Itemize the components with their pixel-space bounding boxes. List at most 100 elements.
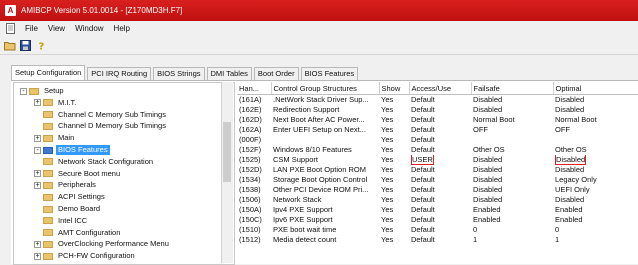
table-row[interactable]: (152D) LAN PXE Boot Option ROM Yes Default D… <box>237 165 638 175</box>
table-cell[interactable]: (1512) <box>237 235 271 245</box>
table-cell[interactable]: Yes <box>379 125 409 135</box>
tree-item[interactable]: Intel ICC <box>34 216 89 226</box>
tree-item[interactable]: Channel C Memory Sub Timings <box>34 110 168 120</box>
tree-scrollbar-thumb[interactable] <box>223 122 231 182</box>
table-cell[interactable]: Redirection Support <box>271 105 379 115</box>
table-cell[interactable]: Yes <box>379 185 409 195</box>
collapse-icon[interactable]: - <box>34 146 41 154</box>
table-cell[interactable]: Yes <box>379 175 409 185</box>
table-cell[interactable]: Yes <box>379 95 409 106</box>
table-cell[interactable]: Disabled <box>553 95 638 106</box>
table-cell[interactable]: Yes <box>379 215 409 225</box>
table-cell[interactable]: Disabled <box>553 155 638 165</box>
help-icon[interactable]: ? <box>35 39 48 52</box>
table-cell[interactable]: (1538) <box>237 185 271 195</box>
table-row[interactable]: (161A) .NetWork Stack Driver Sup... Yes Def… <box>237 95 638 106</box>
menu-window[interactable]: Window <box>70 24 108 33</box>
table-cell[interactable]: Disabled <box>553 105 638 115</box>
collapse-icon[interactable]: - <box>20 87 27 95</box>
table-cell[interactable]: Normal Boot <box>553 115 638 125</box>
setup-tree[interactable]: - Setup + M.I.T. Channel C Memory Sub Timing… <box>13 82 235 265</box>
menu-help[interactable]: Help <box>109 24 135 33</box>
table-row[interactable]: (162E) Redirection Support Yes Default Disab… <box>237 105 638 115</box>
tab-dmi-tables[interactable]: DMI Tables <box>206 67 252 80</box>
table-cell[interactable]: Default <box>409 205 471 215</box>
expand-icon[interactable]: + <box>34 252 41 260</box>
table-cell[interactable]: Default <box>409 125 471 135</box>
table-row[interactable]: (1506) Network Stack Yes Default Disabled Dis… <box>237 195 638 205</box>
tree-item[interactable]: ACPI Settings <box>34 192 107 202</box>
table-cell[interactable]: Yes <box>379 205 409 215</box>
table-cell[interactable]: Default <box>409 165 471 175</box>
table-cell[interactable]: Other OS <box>553 145 638 155</box>
table-cell[interactable]: (162D) <box>237 115 271 125</box>
table-cell[interactable]: (1506) <box>237 195 271 205</box>
table-cell[interactable]: Other OS <box>471 145 553 155</box>
table-cell[interactable]: Yes <box>379 225 409 235</box>
table-cell[interactable]: (1510) <box>237 225 271 235</box>
table-cell[interactable]: (152F) <box>237 145 271 155</box>
tree-item[interactable]: + Secure Boot menu <box>34 169 122 179</box>
expand-icon[interactable]: + <box>34 99 41 107</box>
table-cell[interactable]: UEFI Only <box>553 185 638 195</box>
table-cell[interactable]: Normal Boot <box>471 115 553 125</box>
table-cell[interactable]: Yes <box>379 165 409 175</box>
table-cell[interactable]: OFF <box>471 125 553 135</box>
table-cell[interactable]: Default <box>409 175 471 185</box>
table-cell[interactable]: USER <box>409 155 471 165</box>
table-cell[interactable]: Yes <box>379 145 409 155</box>
table-cell[interactable]: Windows 8/10 Features <box>271 145 379 155</box>
table-row[interactable]: (1512) Media detect count Yes Default 1 1 <box>237 235 638 245</box>
table-cell[interactable]: Default <box>409 235 471 245</box>
table-cell[interactable]: Enabled <box>553 215 638 225</box>
table-cell[interactable]: Disabled <box>471 175 553 185</box>
table-cell[interactable]: 0 <box>553 225 638 235</box>
table-row[interactable]: (162A) Enter UEFI Setup on Next... Yes Defa… <box>237 125 638 135</box>
tree-item[interactable]: + Main <box>34 133 76 143</box>
tab-pci-irq-routing[interactable]: PCI IRQ Routing <box>87 67 152 80</box>
table-cell[interactable]: Yes <box>379 155 409 165</box>
tree-item[interactable]: - Setup <box>20 86 66 96</box>
table-cell[interactable]: PXE boot wait time <box>271 225 379 235</box>
table-cell[interactable]: Default <box>409 195 471 205</box>
table-cell[interactable]: Default <box>409 225 471 235</box>
tab-setup-configuration[interactable]: Setup Configuration <box>11 65 86 80</box>
column-header[interactable]: Show <box>379 82 410 95</box>
table-cell[interactable]: (150C) <box>237 215 271 225</box>
column-header[interactable]: Access/Use <box>409 82 472 95</box>
table-cell[interactable]: Yes <box>379 115 409 125</box>
table-cell[interactable]: Disabled <box>471 155 553 165</box>
expand-icon[interactable]: + <box>34 240 41 248</box>
table-cell[interactable]: Other PCI Device ROM Pri... <box>271 185 379 195</box>
table-cell[interactable]: Ipv6 PXE Support <box>271 215 379 225</box>
tree-item[interactable]: Network Stack Configuration <box>34 157 155 167</box>
expand-icon[interactable]: + <box>34 170 41 178</box>
table-cell[interactable] <box>553 135 638 145</box>
table-cell[interactable]: Default <box>409 215 471 225</box>
table-cell[interactable] <box>471 135 553 145</box>
tree-item[interactable]: Demo Board <box>34 204 102 214</box>
tree-item[interactable]: + M.I.T. <box>34 98 78 108</box>
tree-item[interactable]: + OverClocking Performance Menu <box>34 239 171 249</box>
table-cell[interactable]: Default <box>409 185 471 195</box>
table-cell[interactable]: Media detect count <box>271 235 379 245</box>
table-cell[interactable]: Disabled <box>553 195 638 205</box>
table-cell[interactable]: Default <box>409 135 471 145</box>
table-cell[interactable]: (000F) <box>237 135 271 145</box>
column-header[interactable]: Han... <box>237 82 272 95</box>
column-header[interactable]: Failsafe <box>471 82 554 95</box>
title-bar[interactable]: A AMIBCP Version 5.01.0014 - [Z170MD3H.F… <box>0 0 638 21</box>
table-cell[interactable]: (161A) <box>237 95 271 106</box>
table-cell[interactable]: Default <box>409 145 471 155</box>
tree-item[interactable]: AMT Configuration <box>34 228 122 238</box>
table-cell[interactable]: Enter UEFI Setup on Next... <box>271 125 379 135</box>
table-cell[interactable]: Enabled <box>471 215 553 225</box>
table-cell[interactable]: Next Boot After AC Power... <box>271 115 379 125</box>
expand-icon[interactable]: + <box>34 134 41 142</box>
table-cell[interactable]: Disabled <box>471 195 553 205</box>
open-icon[interactable] <box>3 39 16 52</box>
table-cell[interactable]: Default <box>409 95 471 106</box>
table-cell[interactable]: CSM Support <box>271 155 379 165</box>
table-cell[interactable]: Enabled <box>471 205 553 215</box>
tree-scrollbar[interactable] <box>221 82 233 263</box>
